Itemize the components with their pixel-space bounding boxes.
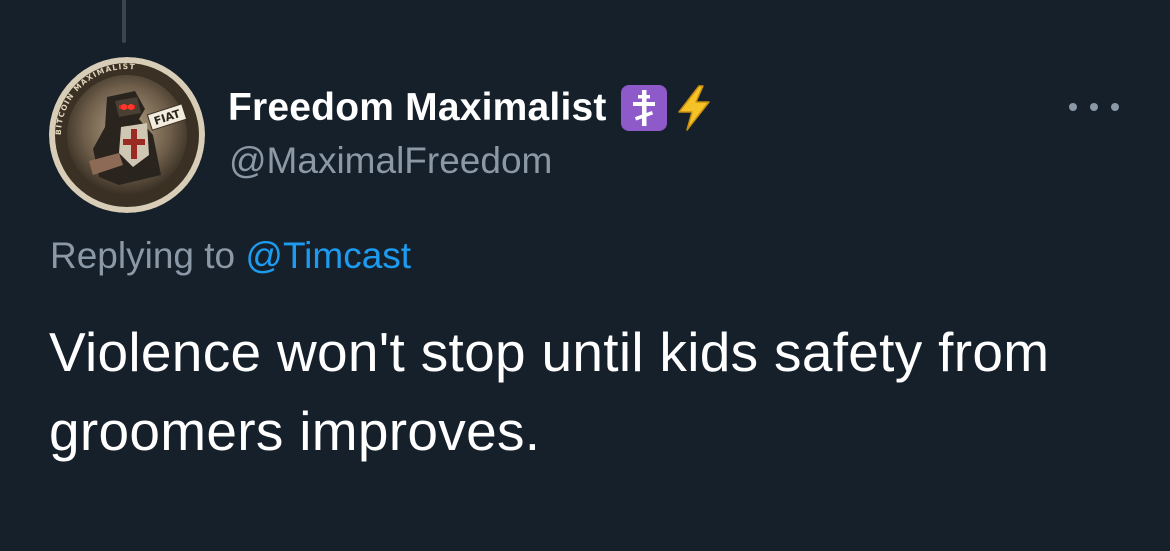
dot-icon [1111, 103, 1119, 111]
replying-to-line: Replying to @Timcast [50, 235, 411, 277]
dot-icon [1090, 103, 1098, 111]
user-handle[interactable]: @MaximalFreedom [229, 140, 552, 182]
display-name[interactable]: Freedom Maximalist [228, 86, 607, 130]
replying-to-label: Replying to [50, 235, 236, 276]
tweet-text: Violence won't stop until kids safety fr… [49, 321, 1050, 462]
dot-icon [1069, 103, 1077, 111]
reply-mention-link[interactable]: @Timcast [245, 235, 411, 276]
thread-connector-line [122, 0, 126, 43]
orthodox-cross-icon [620, 85, 667, 131]
tweet-card[interactable]: BITCOIN MAXIMALIST FIAT Freedom Maximali… [0, 0, 1170, 551]
avatar[interactable]: BITCOIN MAXIMALIST FIAT [49, 57, 205, 213]
lightning-icon [677, 85, 710, 131]
display-name-row: Freedom Maximalist [228, 84, 715, 132]
more-options-button[interactable] [1069, 94, 1119, 120]
avatar-image: BITCOIN MAXIMALIST FIAT [49, 57, 205, 213]
